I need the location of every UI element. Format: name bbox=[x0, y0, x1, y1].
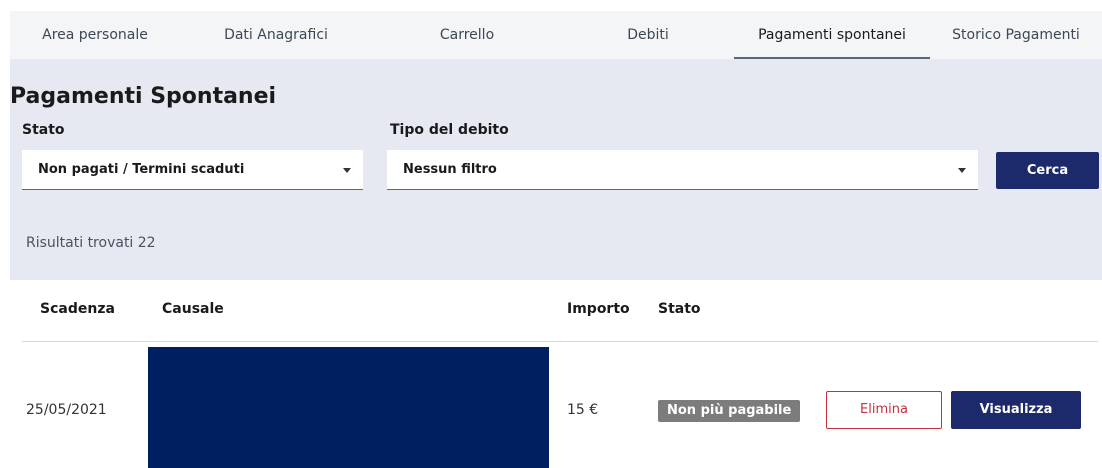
stato-label: Stato bbox=[22, 122, 65, 138]
header-causale: Causale bbox=[162, 301, 224, 317]
cerca-button[interactable]: Cerca bbox=[996, 152, 1099, 189]
header-stato: Stato bbox=[658, 301, 701, 317]
results-count: Risultati trovati 22 bbox=[26, 235, 156, 251]
tipo-debito-select-value: Nessun filtro bbox=[403, 162, 497, 177]
cell-scadenza: 25/05/2021 bbox=[26, 402, 107, 418]
causale-redacted bbox=[148, 347, 549, 468]
tipo-debito-label: Tipo del debito bbox=[390, 122, 509, 138]
tab-pagamenti-spontanei[interactable]: Pagamenti spontanei bbox=[734, 11, 930, 59]
chevron-down-icon bbox=[958, 168, 966, 173]
header-scadenza: Scadenza bbox=[40, 301, 115, 317]
elimina-button[interactable]: Elimina bbox=[826, 391, 942, 429]
tab-area-personale[interactable]: Area personale bbox=[10, 11, 180, 59]
tab-debiti[interactable]: Debiti bbox=[562, 11, 734, 59]
stato-select-value: Non pagati / Termini scaduti bbox=[38, 162, 245, 177]
stato-select[interactable]: Non pagati / Termini scaduti bbox=[22, 150, 363, 190]
tipo-debito-select[interactable]: Nessun filtro bbox=[387, 150, 978, 190]
tab-storico-pagamenti[interactable]: Storico Pagamenti bbox=[930, 11, 1102, 59]
header-importo: Importo bbox=[567, 301, 630, 317]
visualizza-button[interactable]: Visualizza bbox=[951, 391, 1081, 429]
nav-tabs: Area personale Dati Anagrafici Carrello … bbox=[10, 11, 1102, 59]
cell-importo: 15 € bbox=[567, 402, 599, 418]
table-divider bbox=[22, 341, 1098, 342]
chevron-down-icon bbox=[343, 168, 351, 173]
status-badge: Non più pagabile bbox=[658, 400, 801, 422]
tab-carrello[interactable]: Carrello bbox=[372, 11, 562, 59]
tab-dati-anagrafici[interactable]: Dati Anagrafici bbox=[180, 11, 372, 59]
page-title: Pagamenti Spontanei bbox=[10, 84, 277, 109]
